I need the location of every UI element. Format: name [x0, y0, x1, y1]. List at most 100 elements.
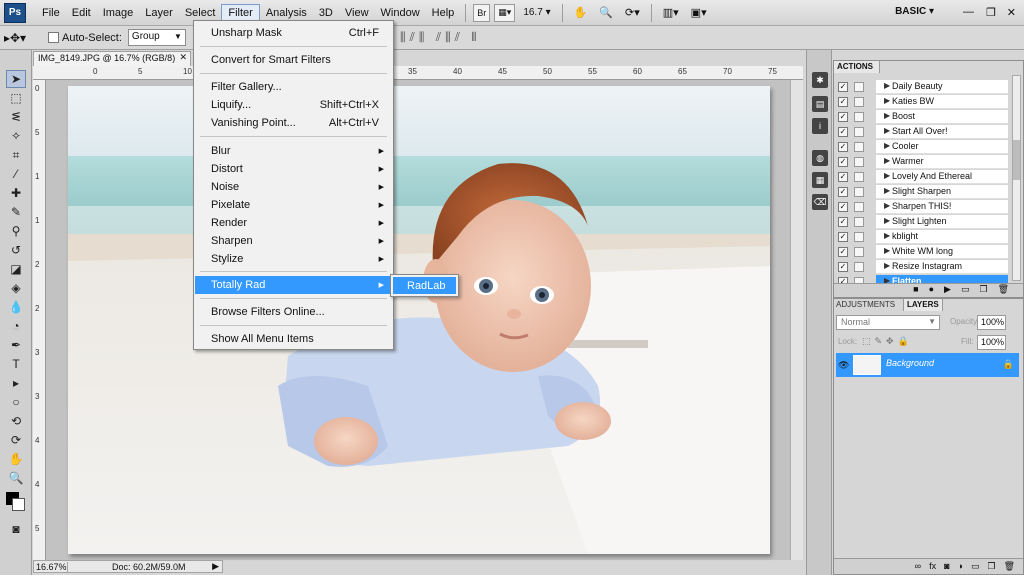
document-image[interactable]	[68, 86, 770, 554]
menu-item-liquify[interactable]: Liquify... Shift+Ctrl+X	[195, 96, 392, 114]
menu-item-sharpen[interactable]: Sharpen ▶	[195, 232, 392, 250]
zoom-tool-icon[interactable]: 🔍	[6, 469, 26, 487]
action-enabled-checkbox[interactable]: ✓	[838, 172, 848, 182]
menu-file[interactable]: File	[36, 5, 66, 21]
close-icon[interactable]: ✕	[179, 52, 187, 63]
minimize-icon[interactable]: —	[963, 6, 974, 18]
action-row[interactable]: ✓ White WM long ▶	[834, 244, 1009, 259]
zoom-level[interactable]: 16.7 ▾	[517, 7, 556, 18]
action-row[interactable]: ✓ Flatten ▶	[834, 274, 1009, 283]
paint-bucket-icon[interactable]: ◈	[6, 279, 26, 297]
action-row[interactable]: ✓ Katies BW ▶	[834, 94, 1009, 109]
new-set-icon[interactable]: ▭	[961, 284, 970, 297]
menu-view[interactable]: View	[339, 5, 375, 21]
action-dialog-toggle[interactable]	[854, 112, 864, 122]
hand-tool-icon[interactable]: ✋	[568, 4, 594, 21]
menu-analysis[interactable]: Analysis	[260, 5, 313, 21]
action-dialog-toggle[interactable]	[854, 142, 864, 152]
expand-triangle-icon[interactable]: ▶	[884, 246, 890, 255]
crop-tool-icon[interactable]: ⌗	[6, 146, 26, 164]
3d-rotate-icon[interactable]: ⟲	[6, 412, 26, 430]
expand-triangle-icon[interactable]: ▶	[884, 231, 890, 240]
menu-item-show-all[interactable]: Show All Menu Items	[195, 330, 392, 348]
quick-mask-icon[interactable]: ◙	[6, 520, 26, 538]
menu-filter[interactable]: Filter	[221, 3, 260, 22]
brush-tool-icon[interactable]: ✎	[6, 203, 26, 221]
menu-item-filter-gallery[interactable]: Filter Gallery...	[195, 78, 392, 96]
action-enabled-checkbox[interactable]: ✓	[838, 82, 848, 92]
status-menu-arrow-icon[interactable]: ▶	[212, 561, 222, 572]
menu-item-distort[interactable]: Distort ▶	[195, 160, 392, 178]
lasso-tool-icon[interactable]: ᓬ	[6, 108, 26, 126]
info-icon[interactable]: i	[812, 118, 828, 134]
action-enabled-checkbox[interactable]: ✓	[838, 142, 848, 152]
marquee-tool-icon[interactable]: ⬚	[6, 89, 26, 107]
actions-tab[interactable]: ACTIONS	[834, 61, 880, 73]
workspace-switcher[interactable]: BASIC ▾	[895, 6, 934, 17]
action-dialog-toggle[interactable]	[854, 82, 864, 92]
histogram-icon[interactable]: ▤	[812, 96, 828, 112]
hand-tool-icon[interactable]: ✋	[6, 450, 26, 468]
rotate-view-icon[interactable]: ⟳▾	[619, 4, 646, 21]
expand-triangle-icon[interactable]: ▶	[884, 141, 890, 150]
blur-tool-icon[interactable]: 💧	[6, 298, 26, 316]
action-enabled-checkbox[interactable]: ✓	[838, 187, 848, 197]
action-row[interactable]: ✓ Start All Over! ▶	[834, 124, 1009, 139]
expand-triangle-icon[interactable]: ▶	[884, 261, 890, 270]
action-enabled-checkbox[interactable]: ✓	[838, 127, 848, 137]
trash-icon[interactable]: 🗑	[998, 284, 1009, 297]
menu-item-pixelate[interactable]: Pixelate ▶	[195, 196, 392, 214]
submenu-item-radlab[interactable]: RadLab	[393, 277, 456, 294]
actions-scrollbar[interactable]	[1012, 75, 1021, 281]
menu-edit[interactable]: Edit	[66, 5, 97, 21]
menu-window[interactable]: Window	[375, 5, 426, 21]
action-enabled-checkbox[interactable]: ✓	[838, 232, 848, 242]
action-row[interactable]: ✓ Warmer ▶	[834, 154, 1009, 169]
arrange-documents-icon[interactable]: ▥▾	[657, 4, 685, 21]
opacity-field[interactable]: 100%	[977, 315, 1006, 330]
expand-triangle-icon[interactable]: ▶	[884, 171, 890, 180]
action-enabled-checkbox[interactable]: ✓	[838, 112, 848, 122]
expand-triangle-icon[interactable]: ▶	[884, 81, 890, 90]
new-action-icon[interactable]: ❐	[979, 284, 987, 297]
action-dialog-toggle[interactable]	[854, 187, 864, 197]
zoom-tool-icon[interactable]: 🔍	[593, 4, 619, 21]
fx-icon[interactable]: fx	[929, 561, 936, 574]
action-row[interactable]: ✓ Lovely And Ethereal ▶	[834, 169, 1009, 184]
action-dialog-toggle[interactable]	[854, 262, 864, 272]
menu-item-vanishing-point[interactable]: Vanishing Point... Alt+Ctrl+V	[195, 114, 392, 132]
action-enabled-checkbox[interactable]: ✓	[838, 217, 848, 227]
menu-select[interactable]: Select	[179, 5, 222, 21]
action-enabled-checkbox[interactable]: ✓	[838, 157, 848, 167]
layer-row-background[interactable]: 👁 Background 🔒	[836, 353, 1019, 377]
magic-wand-icon[interactable]: ✧	[6, 127, 26, 145]
expand-triangle-icon[interactable]: ▶	[884, 186, 890, 195]
link-icon[interactable]: ∞	[915, 561, 921, 574]
expand-triangle-icon[interactable]: ▶	[884, 201, 890, 210]
menu-3d[interactable]: 3D	[313, 5, 339, 21]
action-dialog-toggle[interactable]	[854, 217, 864, 227]
view-extras-button[interactable]: ▦▾	[494, 3, 516, 22]
action-dialog-toggle[interactable]	[854, 157, 864, 167]
action-row[interactable]: ✓ Resize Instagram ▶	[834, 259, 1009, 274]
healing-brush-icon[interactable]: ✚	[6, 184, 26, 202]
status-zoom-field[interactable]: 16.67%	[34, 561, 68, 572]
action-row[interactable]: ✓ Boost ▶	[834, 109, 1009, 124]
expand-triangle-icon[interactable]: ▶	[884, 156, 890, 165]
action-dialog-toggle[interactable]	[854, 97, 864, 107]
menu-item-browse-filters[interactable]: Browse Filters Online...	[195, 303, 392, 321]
background-color-swatch[interactable]	[12, 498, 25, 511]
menu-item-unsharp-mask[interactable]: Unsharp Mask Ctrl+F	[195, 24, 392, 42]
align-distribute-icons[interactable]: ⫼⫽⫼ ⫽⫼⫽ ⦀	[400, 30, 481, 45]
move-tool-preset-icon[interactable]: ▸✥▾	[0, 31, 30, 45]
menu-item-blur[interactable]: Blur ▶	[195, 142, 392, 160]
styles-icon[interactable]: ▦	[812, 172, 828, 188]
action-row[interactable]: ✓ Daily Beauty ▶	[834, 79, 1009, 94]
action-row[interactable]: ✓ Slight Sharpen ▶	[834, 184, 1009, 199]
expand-triangle-icon[interactable]: ▶	[884, 96, 890, 105]
autoselect-checkbox[interactable]	[48, 32, 59, 43]
tab-adjustments[interactable]: ADJUSTMENTS	[836, 300, 895, 309]
bridge-button[interactable]: Br	[473, 3, 491, 22]
menu-item-stylize[interactable]: Stylize ▶	[195, 250, 392, 268]
action-row[interactable]: ✓ kblight ▶	[834, 229, 1009, 244]
